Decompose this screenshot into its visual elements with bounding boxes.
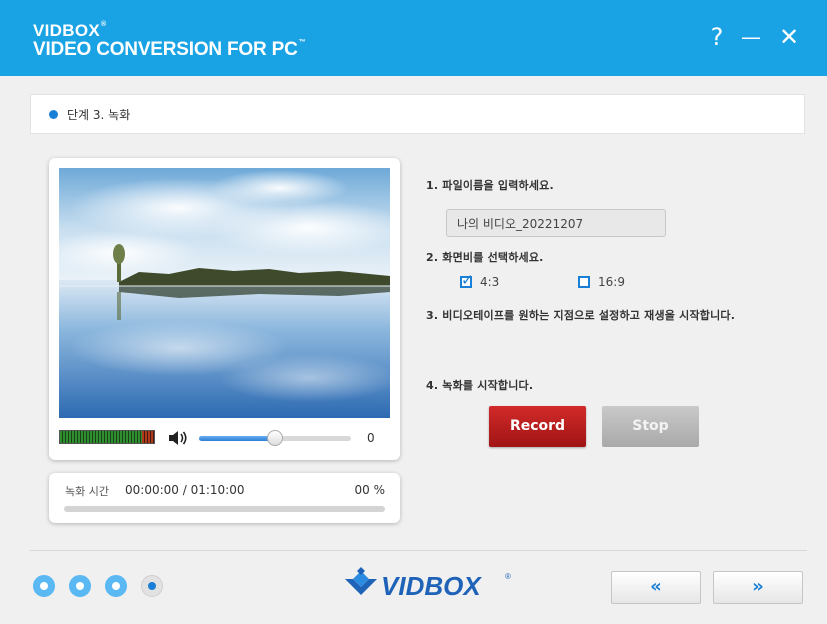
filename-input[interactable] [446, 209, 666, 237]
bullet-icon [49, 110, 58, 119]
audio-level-meter [59, 430, 155, 444]
video-panel: 0 [49, 158, 400, 460]
checkbox-16-9[interactable] [578, 276, 590, 288]
step-dot-3[interactable] [105, 575, 127, 597]
step-label: 단계 3. 녹화 [67, 108, 131, 122]
instruction-step-1: 1. 파일이름을 입력하세요. [426, 179, 554, 192]
step-dot-4[interactable] [141, 575, 163, 597]
instruction-step-4: 4. 녹화를 시작합니다. [426, 379, 534, 392]
volume-slider-fill [199, 436, 275, 441]
next-button[interactable]: » [713, 571, 803, 604]
record-percent: 00 % [354, 483, 386, 497]
minimize-button[interactable]: — [737, 22, 765, 52]
product-name: VIDEO CONVERSION FOR PC™ [33, 39, 306, 60]
logo-text: VIDBOX [381, 571, 482, 601]
ratio-label-16-9: 16:9 [598, 275, 625, 289]
title-bar: VIDBOX® VIDEO CONVERSION FOR PC™ ? — ✕ [0, 0, 827, 76]
record-time-label: 녹화 시간 [65, 485, 109, 498]
logo-mark: ® [505, 572, 511, 581]
stop-button[interactable]: Stop [602, 406, 699, 447]
lake-landscape-image [59, 168, 390, 418]
speaker-icon[interactable] [168, 430, 188, 446]
record-progress-bar [64, 506, 385, 512]
checkmark-icon: ✓ [461, 271, 474, 289]
video-preview [59, 168, 390, 418]
instruction-step-3: 3. 비디오테이프를 원하는 지점으로 설정하고 재생을 시작합니다. [426, 309, 736, 322]
footer-divider [30, 550, 807, 551]
record-time-panel: 녹화 시간 00:00:00 / 01:10:00 00 % [49, 473, 400, 523]
record-time-value: 00:00:00 / 01:10:00 [125, 483, 245, 497]
step-dot-1[interactable] [33, 575, 55, 597]
record-button[interactable]: Record [489, 406, 586, 447]
step-indicator-bar: 단계 3. 녹화 [30, 94, 805, 134]
back-button[interactable]: « [611, 571, 701, 604]
volume-slider[interactable] [199, 430, 351, 446]
ratio-label-4-3: 4:3 [480, 275, 500, 289]
close-button[interactable]: ✕ [775, 22, 803, 52]
help-button[interactable]: ? [703, 22, 731, 52]
volume-value: 0 [367, 431, 375, 445]
vidbox-logo: VIDBOX ® [345, 567, 511, 601]
vidbox-logo-mark [345, 567, 377, 595]
brand-name: VIDBOX® [33, 21, 107, 40]
instruction-step-2: 2. 화면비를 선택하세요. [426, 251, 544, 264]
volume-slider-thumb[interactable] [267, 430, 283, 446]
step-dot-2[interactable] [69, 575, 91, 597]
